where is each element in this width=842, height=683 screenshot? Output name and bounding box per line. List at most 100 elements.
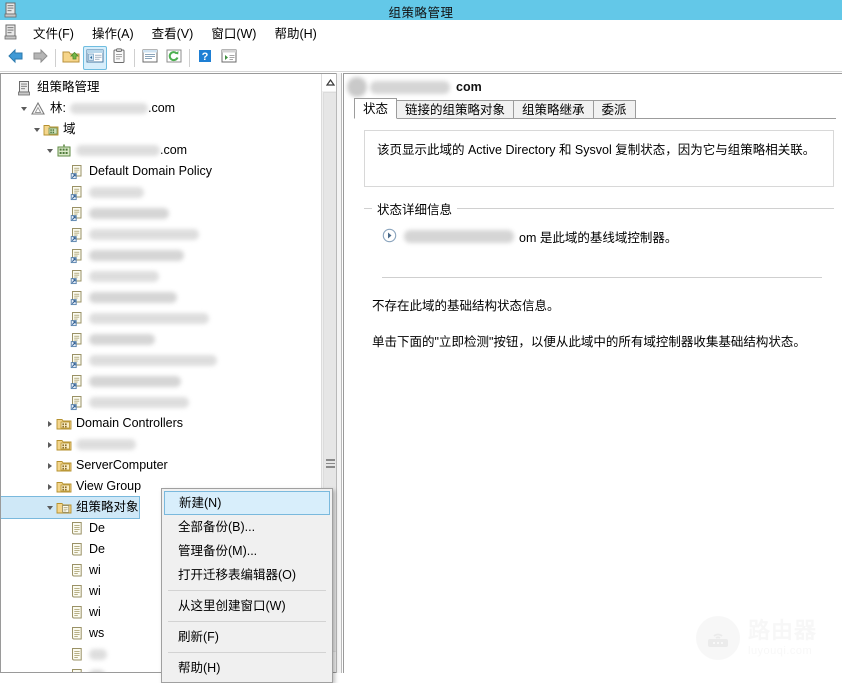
menu-window[interactable]: 窗口(W) — [202, 20, 265, 45]
menu-action[interactable]: 操作(A) — [83, 20, 143, 45]
expand-circle-icon[interactable] — [382, 228, 397, 243]
toolbar-properties-list[interactable] — [107, 46, 131, 70]
redacted-text — [89, 355, 217, 366]
title-bar: 组策略管理 — [0, 0, 842, 20]
tree-node-label: 域 — [63, 122, 76, 136]
watermark: 路由器 luyouqi.com — [696, 608, 836, 668]
console-icon — [17, 80, 33, 96]
tree-expander-placeholder — [57, 602, 69, 623]
chevron-down-icon[interactable] — [31, 119, 43, 140]
tree-node[interactable]: 域 — [1, 119, 319, 140]
ctx-backup-all[interactable]: 全部备份(B)... — [164, 515, 330, 539]
tree-node[interactable] — [1, 182, 319, 203]
tab-status[interactable]: 状态 — [354, 98, 398, 119]
back-arrow-icon — [7, 48, 25, 67]
chevron-down-icon[interactable] — [18, 98, 30, 119]
tree-node[interactable]: 组策略对象 — [1, 496, 140, 519]
tree-node[interactable]: 组策略管理 — [1, 77, 319, 98]
tree-node[interactable] — [1, 287, 319, 308]
gpo-link-icon — [69, 374, 85, 390]
gpmc-window: 组策略管理 文件(F) 操作(A) 查看(V) 窗口(W) 帮助(H) ? 组策略管理林… — [0, 0, 842, 683]
ctx-new[interactable]: 新建(N) — [164, 491, 330, 515]
tree-node[interactable] — [1, 371, 319, 392]
chevron-right-icon[interactable] — [44, 413, 56, 434]
tree-node[interactable]: Default Domain Policy — [1, 161, 319, 182]
clipboard-icon — [110, 48, 128, 67]
tree-expander-placeholder — [5, 77, 17, 98]
tab-delegation[interactable]: 委派 — [592, 100, 636, 119]
forest-icon — [30, 101, 46, 117]
menu-file[interactable]: 文件(F) — [24, 20, 83, 45]
context-menu-separator — [168, 590, 326, 591]
pane-splitter[interactable] — [336, 73, 342, 673]
svg-text:?: ? — [202, 51, 209, 63]
chevron-down-icon[interactable] — [44, 497, 56, 518]
tab-content-status: 该页显示此域的 Active Directory 和 Sysvol 复制状态，因… — [354, 118, 836, 666]
gpo-icon — [69, 605, 85, 621]
chevron-right-icon[interactable] — [44, 434, 56, 455]
redacted-text — [89, 208, 169, 219]
tree-expander-placeholder — [57, 518, 69, 539]
domain-header-icon — [347, 77, 367, 97]
tree-node[interactable]: 林: .com — [1, 98, 319, 119]
redacted-text — [89, 313, 209, 324]
toolbar-forward[interactable] — [28, 46, 52, 70]
watermark-en: luyouqi.com — [748, 644, 813, 657]
tree-node[interactable]: .com — [1, 140, 319, 161]
context-menu-separator — [168, 652, 326, 653]
status-details-group: 状态详细信息 om 是此域的基线域控制器。 不存在此域的基础结构状态信息。 单击… — [364, 199, 834, 409]
toolbar-up-folder[interactable] — [59, 46, 83, 70]
ctx-help[interactable]: 帮助(H) — [164, 656, 330, 680]
menu-help[interactable]: 帮助(H) — [265, 20, 325, 45]
toolbar: ? — [0, 44, 842, 72]
tab-linked-gpos[interactable]: 链接的组策略对象 — [396, 100, 515, 119]
tree-node[interactable] — [1, 329, 319, 350]
tree-node-label: De — [89, 542, 105, 556]
menu-view[interactable]: 查看(V) — [143, 20, 203, 45]
gpo-icon — [69, 626, 85, 642]
tree-expander-placeholder — [57, 224, 69, 245]
gpo-container-icon — [56, 500, 72, 516]
tree-expander-placeholder — [57, 203, 69, 224]
tree-node[interactable] — [1, 392, 319, 413]
chevron-right-icon[interactable] — [44, 455, 56, 476]
chevron-right-icon[interactable] — [44, 476, 56, 497]
ctx-manage-backups[interactable]: 管理备份(M)... — [164, 539, 330, 563]
baseline-dc-row: om 是此域的基线域控制器。 — [364, 221, 834, 251]
tree-node-label: Default Domain Policy — [89, 164, 212, 178]
toolbar-back[interactable] — [4, 46, 28, 70]
gpo-link-icon — [69, 164, 85, 180]
tree-node-label: wi — [89, 563, 101, 577]
menu-bar: 文件(F) 操作(A) 查看(V) 窗口(W) 帮助(H) — [0, 20, 842, 45]
tree-node[interactable] — [1, 224, 319, 245]
status-info-text: 该页显示此域的 Active Directory 和 Sysvol 复制状态，因… — [364, 130, 834, 187]
tab-gpo-inheritance[interactable]: 组策略继承 — [513, 100, 594, 119]
ctx-new-window-from-here[interactable]: 从这里创建窗口(W) — [164, 594, 330, 618]
tree-node[interactable] — [1, 245, 319, 266]
show-tree-icon — [86, 48, 104, 67]
ctx-refresh[interactable]: 刷新(F) — [164, 625, 330, 649]
tree-expander-placeholder — [57, 644, 69, 665]
tree-node[interactable]: ServerComputer — [1, 455, 319, 476]
gpo-link-icon — [69, 332, 85, 348]
toolbar-refresh[interactable] — [162, 46, 186, 70]
chevron-down-icon[interactable] — [44, 140, 56, 161]
tree-node[interactable] — [1, 266, 319, 287]
redacted-text — [69, 103, 148, 114]
watermark-text: 路由器 luyouqi.com — [748, 619, 817, 657]
ctx-open-migration-table-editor[interactable]: 打开迁移表编辑器(O) — [164, 563, 330, 587]
gpo-link-icon — [69, 206, 85, 222]
toolbar-export-list[interactable] — [217, 46, 241, 70]
toolbar-help[interactable]: ? — [193, 46, 217, 70]
tree-node-suffix: .com — [147, 101, 176, 115]
tree-node[interactable] — [1, 203, 319, 224]
tree-node[interactable] — [1, 350, 319, 371]
up-folder-icon — [62, 48, 80, 67]
tree-node[interactable] — [1, 434, 319, 455]
toolbar-show-tree[interactable] — [83, 45, 107, 70]
toolbar-properties[interactable] — [138, 46, 162, 70]
tree-expander-placeholder — [57, 581, 69, 602]
redacted-text — [89, 649, 107, 660]
tree-node[interactable] — [1, 308, 319, 329]
tree-node[interactable]: Domain Controllers — [1, 413, 319, 434]
